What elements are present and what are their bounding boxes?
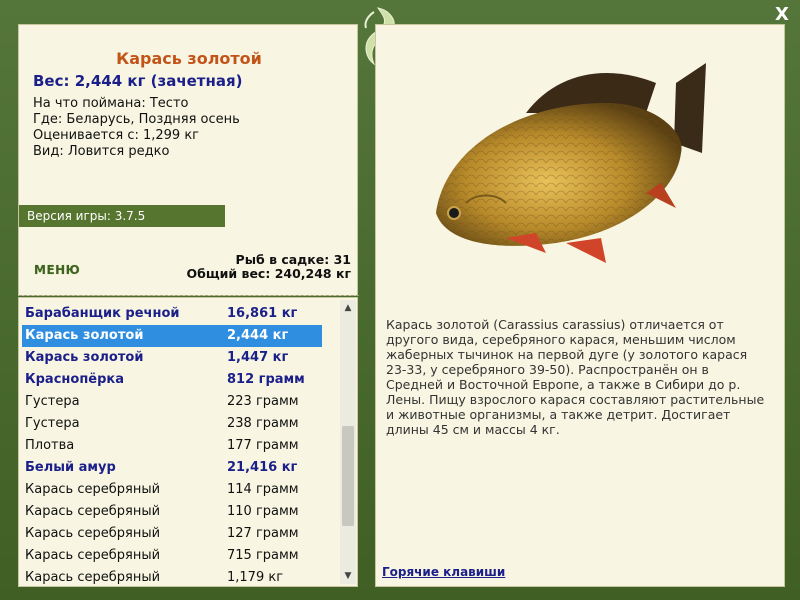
list-item[interactable]: Плотва 177 грамм [22,435,322,457]
list-item-name: Барабанщик речной [25,306,180,321]
list-item-weight: 16,861 кг [227,306,298,321]
hotkeys-link[interactable]: Горячие клавиши [382,565,505,579]
list-item-name: Карась серебряный [25,570,161,585]
list-item-name: Густера [25,416,80,431]
list-item-weight: 1,447 кг [227,350,289,365]
kind-line: Вид: Ловится редко [33,144,170,159]
divider [19,295,359,296]
list-item-name: Карась серебряный [25,504,161,519]
list-item-name: Карась золотой [25,350,144,365]
fish-count: Рыб в садке: 31 [235,252,351,267]
list-item[interactable]: Карась золотой 1,447 кг [22,347,322,369]
fish-description-panel: Карась золотой (Carassius carassius) отл… [375,24,785,587]
list-item-name: Карась серебряный [25,548,161,563]
fish-info-panel: Карась золотой Вес: 2,444 кг (зачетная) … [18,24,359,296]
list-item-name: Плотва [25,438,75,453]
list-item[interactable]: Барабанщик речной 16,861 кг [22,303,322,325]
rated-from-line: Оценивается с: 1,299 кг [33,128,200,143]
scroll-down-button[interactable]: ▼ [340,568,356,584]
list-item-weight: 1,179 кг [227,570,284,585]
list-item-weight: 238 грамм [227,416,299,431]
scroll-thumb[interactable] [342,426,354,526]
list-item-weight: 21,416 кг [227,460,298,475]
list-item-name: Карась серебряный [25,526,161,541]
scrollbar[interactable]: ▲ ▼ [340,300,356,584]
catch-list[interactable]: Барабанщик речной 16,861 кг Карась золотой… [18,297,358,587]
version-bar: Версия игры: 3.7.5 [19,205,225,227]
list-item-weight: 110 грамм [227,504,299,519]
list-item-weight: 812 грамм [227,372,305,387]
keepnet-stats: Рыб в садке: 31 Общий вес: 240,248 кг [187,253,352,281]
list-item[interactable]: Густера 223 грамм [22,391,322,413]
list-item-weight: 2,444 кг [227,328,289,343]
list-item-name: Краснопёрка [25,372,125,387]
list-item[interactable]: Карась серебряный 114 грамм [22,479,322,501]
place-line: Где: Беларусь, Поздняя осень [33,112,240,127]
fish-details: На что поймана: Тесто Где: Беларусь, Поз… [33,96,240,160]
fish-weight: Вес: 2,444 кг (зачетная) [33,72,243,90]
list-item-weight: 127 грамм [227,526,299,541]
list-item[interactable]: Карась серебряный 1,179 кг [22,567,322,586]
list-item-weight: 715 грамм [227,548,299,563]
list-item[interactable]: Карась серебряный 110 грамм [22,501,322,523]
list-item[interactable]: Карась серебряный 715 грамм [22,545,322,567]
scroll-up-button[interactable]: ▲ [340,300,356,316]
list-item[interactable]: Карась серебряный 127 грамм [22,523,322,545]
list-item-name: Карась серебряный [25,482,161,497]
crucian-carp-image [436,63,706,263]
close-button[interactable]: X [772,5,792,25]
list-item[interactable]: Густера 238 грамм [22,413,322,435]
total-weight: Общий вес: 240,248 кг [186,266,352,281]
bait-line: На что поймана: Тесто [33,96,189,111]
list-item[interactable]: Белый амур 21,416 кг [22,457,322,479]
list-item-name: Белый амур [25,460,116,475]
list-item[interactable]: Карась золотой 2,444 кг [22,325,322,347]
fish-description: Карась золотой (Carassius carassius) отл… [386,317,765,437]
list-item-weight: 114 грамм [227,482,299,497]
list-item[interactable]: Краснопёрка 812 грамм [22,369,322,391]
list-item-name: Карась золотой [25,328,144,343]
fish-title: Карась золотой [116,49,262,68]
list-item-weight: 223 грамм [227,394,299,409]
list-item-name: Густера [25,394,80,409]
menu-button[interactable]: МЕНЮ [34,263,80,277]
list-item-weight: 177 грамм [227,438,299,453]
